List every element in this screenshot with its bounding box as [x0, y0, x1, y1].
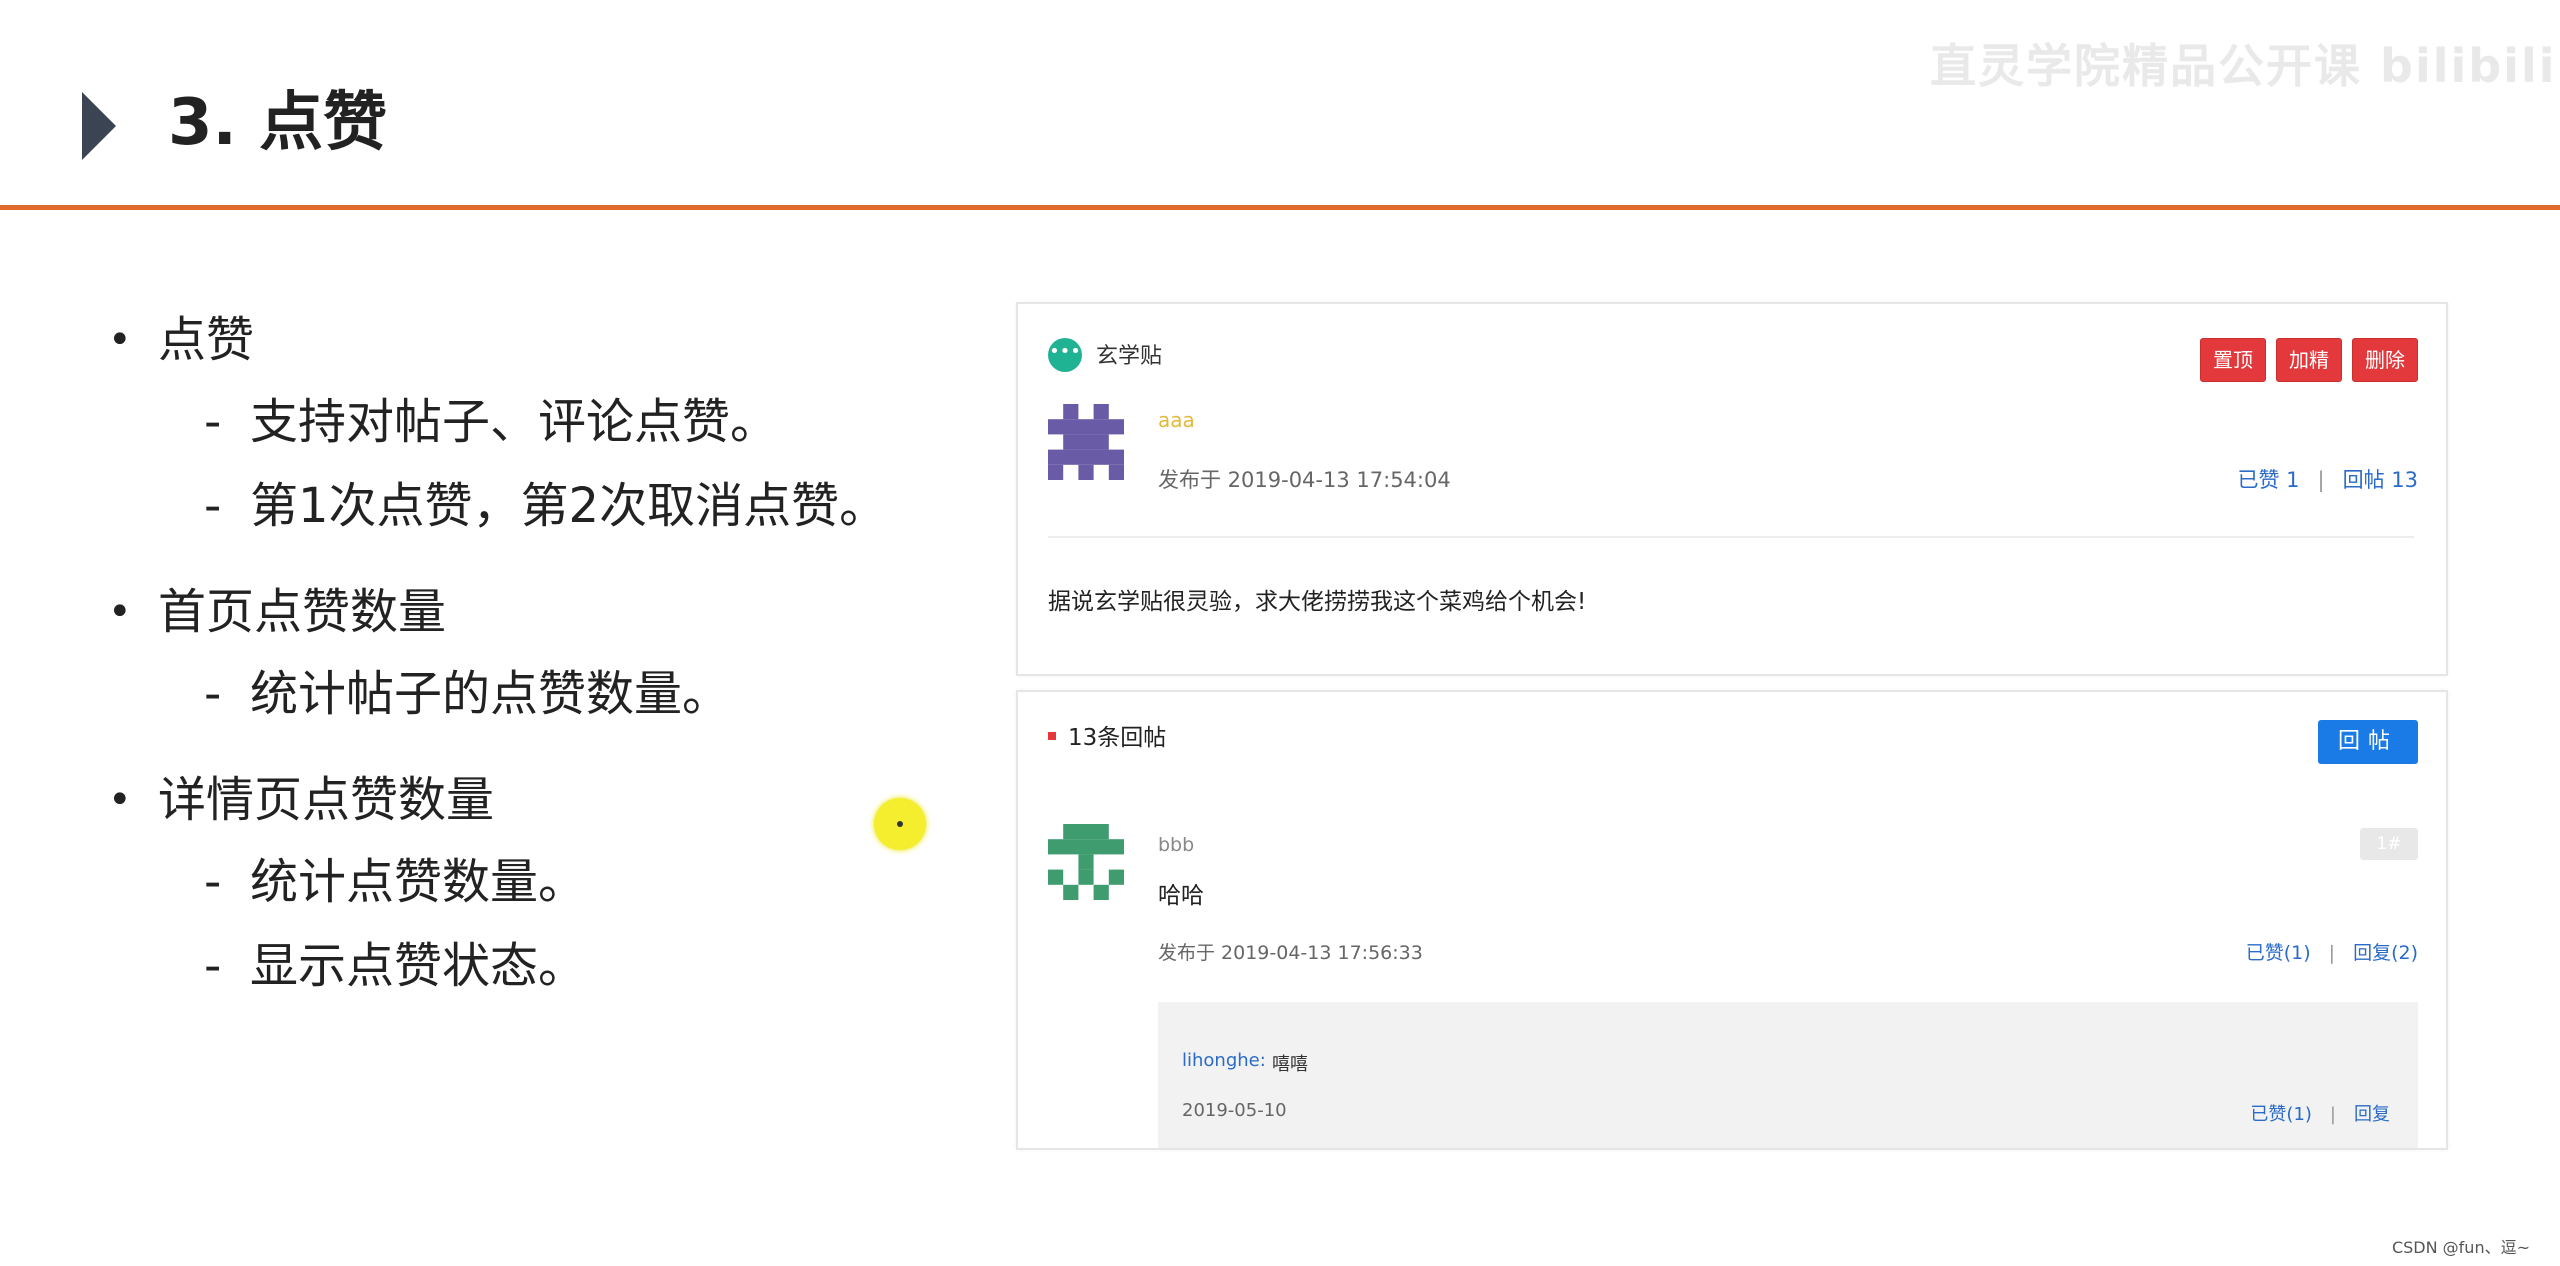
bullet-subitem: - 显示点赞状态。	[204, 938, 587, 994]
author-avatar[interactable]	[1048, 404, 1124, 480]
sub-like-link[interactable]: 已赞(1)	[2250, 1104, 2312, 1125]
post-time: 发布于 2019-04-13 17:54:04	[1158, 468, 1451, 492]
sub-reply-stats: 已赞(1) | 回复	[2250, 1104, 2390, 1125]
sub-reply-text: 嘻嘻	[1272, 1054, 1308, 1075]
reply-replies-link[interactable]: 回复(2)	[2353, 942, 2418, 964]
author-name[interactable]: aaa	[1158, 408, 1195, 432]
section-marker	[1048, 732, 1056, 740]
post-body: 据说玄学贴很灵验，求大佬捞捞我这个菜鸡给个机会!	[1048, 589, 1587, 615]
chat-bubble-icon: •••	[1048, 338, 1082, 372]
bullet-subitem: - 统计点赞数量。	[204, 854, 587, 910]
sub-reply-user[interactable]: lihonghe:	[1182, 1050, 1266, 1071]
floor-badge: 1#	[2360, 828, 2418, 860]
sub-reply-box: lihonghe: 嘻嘻 2019-05-10 已赞(1) | 回复	[1158, 1002, 2418, 1148]
slide-header: 3. 点赞 直灵学院精品公开课 bilibili	[0, 0, 2560, 210]
post-card: ••• 玄学贴 置顶 加精 删除 aaa 发布于 2019-04-13 17:5…	[1016, 302, 2448, 676]
bullet-group: • 首页点赞数量 - 统计帖子的点赞数量。	[100, 572, 950, 736]
post-stats: 已赞 1 | 回帖 13	[2237, 468, 2418, 492]
title-arrow-icon	[82, 92, 116, 160]
sub-reply-link[interactable]: 回复	[2354, 1104, 2390, 1125]
bullet-group: • 点赞 - 支持对帖子、评论点赞。 - 第1次点赞，第2次取消点赞。	[100, 300, 950, 548]
slide-title: 3. 点赞	[168, 86, 388, 160]
delete-button[interactable]: 删除	[2352, 338, 2418, 382]
reply-stats: 已赞(1) | 回复(2)	[2245, 942, 2418, 964]
post-action-buttons: 置顶 加精 删除	[2200, 338, 2418, 382]
divider	[1048, 536, 2414, 538]
reply-text: 哈哈	[1158, 883, 1204, 909]
reply-count-label: 13条回帖	[1068, 725, 1167, 751]
reply-button[interactable]: 回帖	[2318, 720, 2418, 764]
reply-card: 13条回帖 回帖 bbb 1# 哈哈 发布于 2019-04-13 17:56:…	[1016, 690, 2448, 1150]
sub-reply-time: 2019-05-10	[1182, 1100, 1287, 1121]
reply-avatar[interactable]	[1048, 824, 1124, 900]
reply-user[interactable]: bbb	[1158, 834, 1194, 856]
bullet-item: • 首页点赞数量	[108, 584, 447, 640]
reply-time: 发布于 2019-04-13 17:56:33	[1158, 942, 1423, 964]
bullet-group: • 详情页点赞数量 - 统计点赞数量。 - 显示点赞状态。	[100, 760, 950, 1008]
header-rule	[0, 205, 2560, 210]
like-link[interactable]: 已赞 1	[2237, 468, 2299, 492]
bullet-subitem: - 统计帖子的点赞数量。	[204, 666, 731, 722]
bullet-item: • 点赞	[108, 312, 255, 368]
post-type-label: 玄学贴	[1096, 344, 1163, 369]
laser-pointer-icon	[874, 798, 926, 850]
bullet-subitem: - 第1次点赞，第2次取消点赞。	[204, 478, 888, 534]
bullet-list: • 点赞 - 支持对帖子、评论点赞。 - 第1次点赞，第2次取消点赞。 • 首页点赞数量…	[100, 300, 950, 1032]
watermark-top: 直灵学院精品公开课 bilibili	[1930, 39, 2557, 93]
pin-button[interactable]: 置顶	[2200, 338, 2266, 382]
reply-like-link[interactable]: 已赞(1)	[2246, 942, 2311, 964]
bullet-item: • 详情页点赞数量	[108, 772, 495, 828]
feature-button[interactable]: 加精	[2276, 338, 2342, 382]
reply-count-link[interactable]: 回帖 13	[2343, 468, 2418, 492]
bullet-subitem: - 支持对帖子、评论点赞。	[204, 394, 779, 450]
footer-watermark: CSDN @fun、逗~	[2391, 1238, 2530, 1257]
